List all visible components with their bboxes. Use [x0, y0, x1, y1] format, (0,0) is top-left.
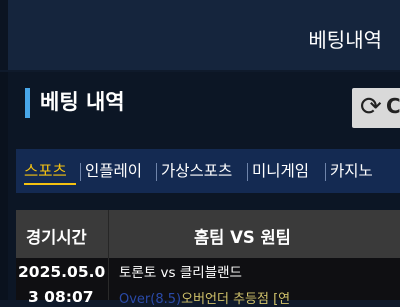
- tab-separator: [247, 163, 248, 181]
- tab-separator: [156, 163, 157, 181]
- table-row[interactable]: 2025.05.0 3 08:07 토론토 vs 클리블랜드 Over(8.5)…: [16, 258, 400, 307]
- tab-separator: [80, 163, 81, 181]
- tab-casino[interactable]: 카지노: [330, 159, 373, 181]
- column-divider: [108, 258, 109, 300]
- tab-active-underline: [24, 183, 76, 185]
- section-title: 베팅 내역: [40, 90, 125, 114]
- section-accent-bar: [25, 88, 30, 118]
- tab-separator: [325, 163, 326, 181]
- row-time-date: 2025.05.0: [18, 263, 106, 281]
- tab-sports[interactable]: 스포츠: [24, 159, 67, 181]
- header-edge: [0, 0, 8, 70]
- bet-history-table: 경기시간 홈팀 VS 원팀 2025.05.0 3 08:07 토론토 vs 클…: [16, 210, 400, 307]
- tab-inplay[interactable]: 인플레이: [85, 159, 142, 181]
- tab-minigame[interactable]: 미니게임: [252, 159, 309, 181]
- row-time-clock: 3 08:07: [28, 288, 94, 306]
- top-header: 베팅내역: [0, 0, 400, 70]
- refresh-icon: ⟳: [360, 92, 382, 122]
- page-title: 베팅내역: [308, 28, 382, 52]
- side-strip: [0, 72, 8, 300]
- bet-category-tabs: 스포츠 인플레이 가상스포츠 미니게임 카지노: [16, 149, 400, 193]
- refresh-label: C: [386, 94, 400, 118]
- refresh-button[interactable]: ⟳ C: [352, 88, 400, 128]
- tab-virtual-sports[interactable]: 가상스포츠: [161, 159, 232, 181]
- column-header-time: 경기시간: [26, 228, 87, 247]
- table-header: 경기시간 홈팀 VS 원팀: [16, 210, 400, 258]
- row-bet-detail: Over(8.5)오버언더 추등점 [연: [119, 288, 290, 307]
- column-header-teams: 홈팀 VS 원팀: [194, 228, 291, 247]
- column-divider: [108, 210, 109, 258]
- row-match: 토론토 vs 클리블랜드: [119, 265, 242, 281]
